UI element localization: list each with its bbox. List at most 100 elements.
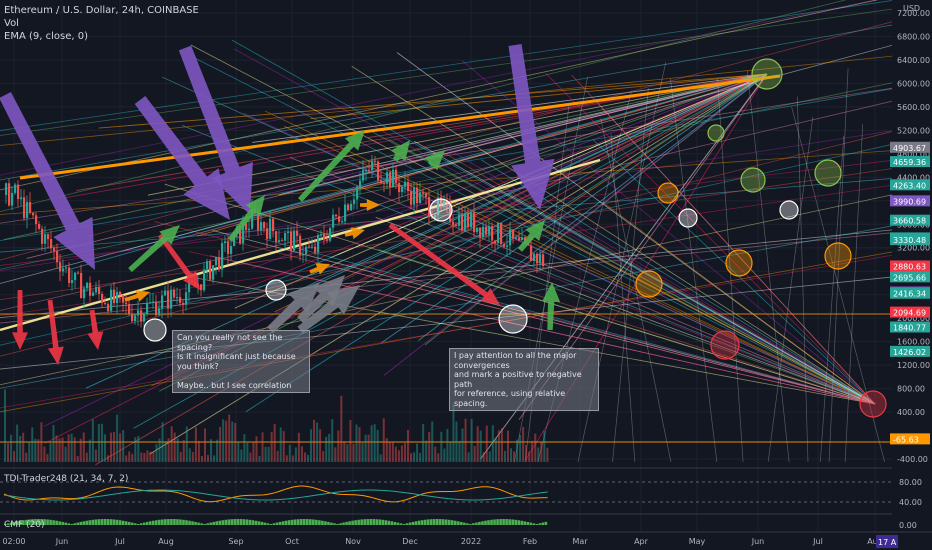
tdi-legend[interactable]: TDI-Trader248 (21, 34, 7, 2) [4,474,128,484]
volume-bar [149,451,152,462]
cmf-bar [472,523,475,525]
volume-bar [361,442,364,462]
volume-bar [328,433,331,462]
ema-legend[interactable]: EMA (9, close, 0) [4,30,199,43]
symbol-title[interactable]: Ethereum / U.S. Dollar, 24h, COINBASE [4,4,199,17]
candle-body [113,289,116,304]
volume-bar [52,425,55,462]
convergence-circle[interactable] [143,318,167,342]
candle-body [14,184,17,193]
volume-bar [73,437,76,462]
volume-bar [234,423,237,462]
volume-bar [67,434,70,462]
candle-body [230,245,233,254]
annotation-note-left[interactable]: Can you really not see the spacing? Is i… [172,330,310,393]
volume-bar [55,435,58,462]
volume-bar [155,444,158,462]
red-arrow[interactable] [47,299,64,365]
time-tick-label: 02:00 [2,537,25,546]
candle-body [62,268,65,272]
cmf-bar [106,519,110,525]
candle-body [227,241,230,254]
volume-legend[interactable]: Vol [4,17,199,30]
candle-body [470,212,473,228]
cmf-bar [309,519,312,525]
volume-bar [364,434,367,462]
volume-bar [4,389,6,462]
volume-bar [546,447,549,462]
cmf-bar [221,520,225,525]
convergence-circle[interactable] [740,167,766,193]
cmf-bar [233,519,237,525]
cmf-bar [315,519,318,525]
cmf-legend[interactable]: CMF (20) [4,520,45,530]
candle-body [476,227,479,233]
volume-bar [122,430,125,462]
convergence-circle[interactable] [725,249,753,277]
candle-body [311,246,314,248]
cmf-bar [369,519,373,525]
time-axis[interactable]: 02:00 Jun Jul Aug Sep Oct Nov Dec 2022 Feb Mar Apr M… [0,531,932,550]
candle-body [155,301,158,316]
cmf-bar [399,523,403,525]
convergence-circle[interactable] [824,242,852,270]
tdi-signal-line [3,489,548,501]
candle-body [389,172,392,188]
cmf-bar [511,519,514,525]
convergence-circle[interactable] [859,390,887,418]
volume-bar [140,452,143,462]
candle-body [128,303,131,314]
candle-body [482,226,485,238]
cmf-bar [76,522,80,525]
price-tag-label: 3660.58 [893,217,926,226]
volume-bar [243,434,246,462]
candle-body [290,231,293,251]
convergence-circle[interactable] [751,58,783,90]
cmf-bar [179,519,182,525]
volume-bar [310,429,313,462]
convergence-circle[interactable] [707,124,725,142]
red-arrow[interactable] [87,309,104,350]
convergence-circle[interactable] [678,208,698,228]
volume-bar [279,427,282,462]
convergence-circle[interactable] [710,330,740,360]
volume-bar [294,447,297,462]
price-tag-label: 2695.66 [893,273,926,282]
cmf-bar [381,519,385,525]
convergence-circle[interactable] [429,198,453,222]
candle-body [218,257,221,270]
volume-bar [437,453,440,462]
volume-bar [107,455,110,462]
convergence-circle[interactable] [635,270,663,298]
convergence-circle[interactable] [498,304,528,334]
cmf-bar [396,522,400,525]
convergence-circle[interactable] [779,200,799,220]
cmf-bar [535,523,539,525]
cmf-bar [405,523,409,525]
price-axis[interactable]: USD7200.006800.006400.006000.005600.0052… [890,0,932,532]
cmf-bar [170,519,173,525]
grid-fan-line [746,70,790,463]
cmf-bar [463,522,466,525]
candle-body [83,288,86,299]
price-tick-label: 6400.00 [897,56,930,65]
volume-bar [49,442,52,462]
cmf-bar [121,520,125,525]
cmf-bar [342,522,345,525]
volume-bar [119,433,122,462]
candle-body [68,267,71,283]
price-chart[interactable]: USD7200.006800.006400.006000.005600.0052… [0,0,932,550]
convergence-circle[interactable] [814,159,842,187]
volume-bar [397,450,400,462]
candle-body [203,269,206,291]
annotation-note-right[interactable]: I pay attention to all the major converg… [449,348,599,411]
volume-bar [291,455,294,462]
cmf-bar [206,523,209,525]
cmf-bar [526,521,530,525]
volume-bar [452,404,455,462]
convergence-circle[interactable] [265,279,287,301]
cmf-bar [188,520,191,525]
candle-body [86,282,89,289]
orange-arrow[interactable] [124,290,150,302]
convergence-circle[interactable] [657,182,679,204]
